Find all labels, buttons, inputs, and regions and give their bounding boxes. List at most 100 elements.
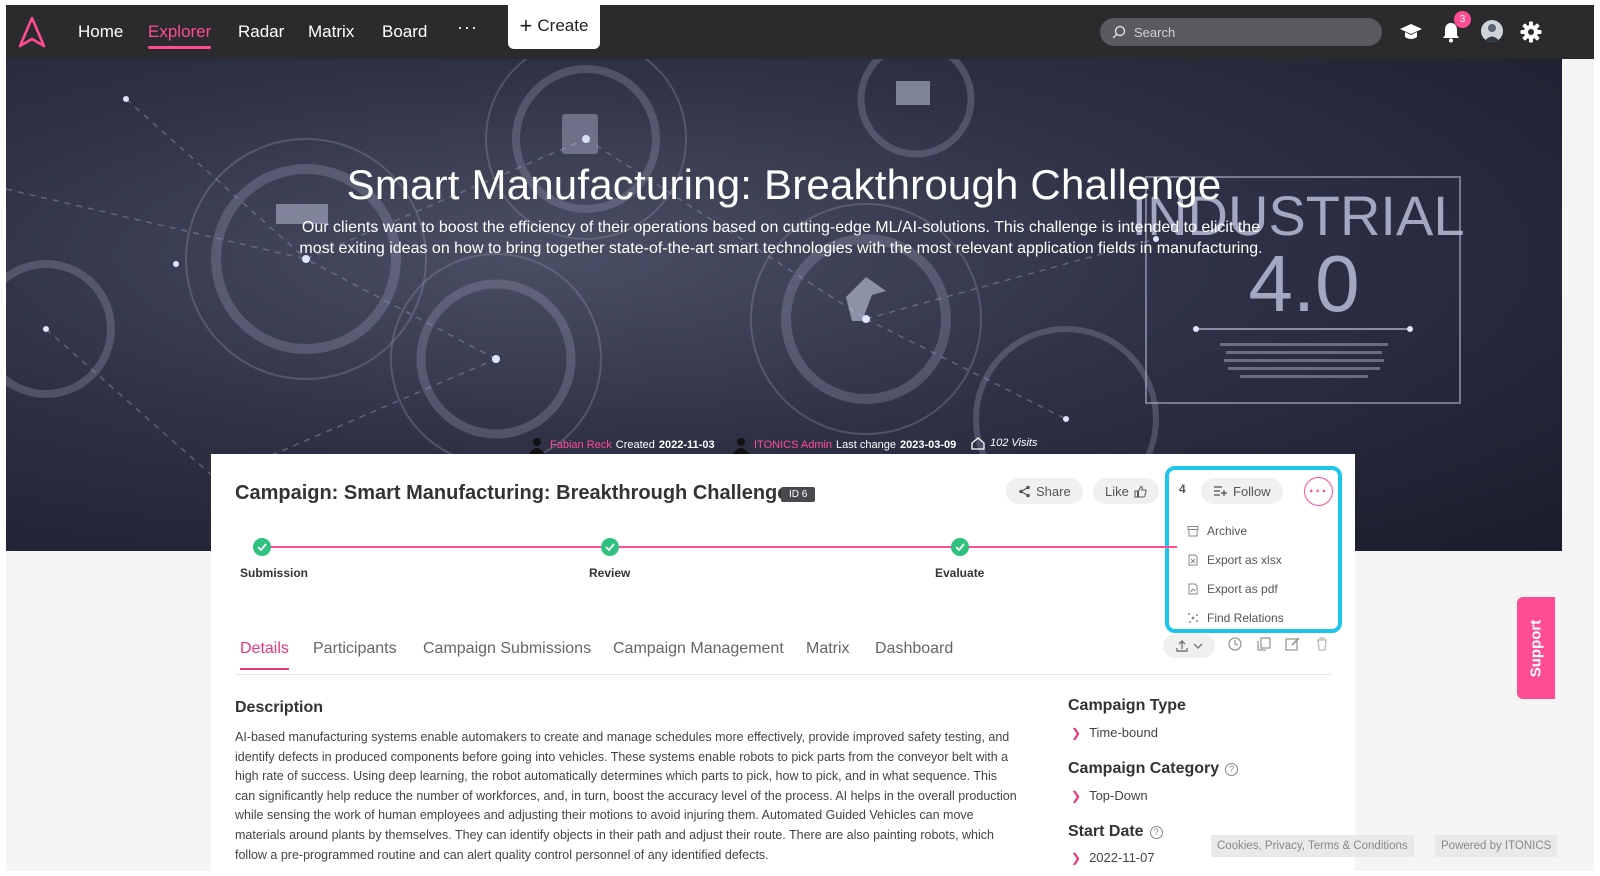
home-visits-icon xyxy=(971,437,985,450)
start-date-heading: Start Date ? xyxy=(1068,823,1163,841)
nav-board[interactable]: Board xyxy=(382,22,427,42)
notification-count-badge: 3 xyxy=(1454,11,1471,28)
hero-title: Smart Manufacturing: Breakthrough Challe… xyxy=(346,161,1222,208)
nav-explorer[interactable]: Explorer xyxy=(148,22,212,49)
campaign-type-text: Time-bound xyxy=(1089,725,1158,740)
nav-matrix[interactable]: Matrix xyxy=(308,22,354,42)
edit-icon[interactable] xyxy=(1283,634,1303,654)
process-progress-line xyxy=(257,546,1177,548)
legal-links[interactable]: Cookies, Privacy, Terms & Conditions xyxy=(1211,835,1414,857)
last-change-date: 2023-03-09 xyxy=(899,439,957,451)
start-date-text: 2022-11-07 xyxy=(1089,850,1155,865)
user-silhouette-icon xyxy=(733,438,749,454)
visits-count: 102 Visits xyxy=(990,437,1038,449)
support-tab-button[interactable]: Support xyxy=(1517,597,1555,699)
created-label: Created xyxy=(615,439,655,451)
modifier-meta: ITONICS Admin Last change 2023-03-09 xyxy=(732,436,956,454)
menu-find-relations[interactable]: Find Relations xyxy=(1173,603,1338,632)
creator-name[interactable]: Fabian Reck xyxy=(550,439,612,451)
step-submission-check-icon xyxy=(253,538,271,556)
follower-count: 4 xyxy=(1179,482,1186,496)
upload-export-icon xyxy=(1176,640,1188,652)
hero-subtitle: Our clients want to boost the efficiency… xyxy=(299,219,1263,257)
more-actions-dropdown: Archive Export as xlsx Export as pdf Fin… xyxy=(1173,516,1338,632)
nav-radar[interactable]: Radar xyxy=(238,22,284,42)
user-photo-icon xyxy=(1484,24,1500,42)
chevron-down-icon xyxy=(1193,643,1203,649)
nav-home[interactable]: Home xyxy=(78,22,123,42)
menu-archive[interactable]: Archive xyxy=(1173,516,1338,545)
created-date: 2022-11-03 xyxy=(658,439,715,451)
copy-icon[interactable] xyxy=(1254,634,1274,654)
campaign-type-label: Campaign Type xyxy=(1068,697,1186,714)
id-badge: ID 6 xyxy=(781,487,816,502)
tabs-divider xyxy=(235,674,1331,675)
chevron-right-icon: ❯ xyxy=(1071,850,1082,865)
page: Home Explorer Radar Matrix Board ··· + C… xyxy=(0,0,1600,876)
description-heading: Description xyxy=(235,699,324,716)
campaign-type-value: ❯ Time-bound xyxy=(1071,725,1158,740)
visits-meta: 102 Visits xyxy=(970,436,1038,450)
campaign-card: Campaign: Smart Manufacturing: Breakthro… xyxy=(211,454,1355,871)
export-dropdown-button[interactable] xyxy=(1163,634,1215,658)
campaign-category-text: Top-Down xyxy=(1089,788,1148,803)
nav-more-button[interactable]: ··· xyxy=(457,17,478,38)
share-button[interactable]: Share xyxy=(1006,478,1083,504)
itonics-logo-icon[interactable] xyxy=(18,16,46,48)
gear-icon[interactable] xyxy=(1518,19,1544,45)
step-evaluate-check-icon xyxy=(951,538,969,556)
thumbs-up-icon xyxy=(1134,485,1147,497)
top-navigation: Home Explorer Radar Matrix Board ··· + C… xyxy=(6,5,1594,59)
menu-export-pdf[interactable]: Export as pdf xyxy=(1173,574,1338,603)
create-label: Create xyxy=(537,16,589,35)
help-icon[interactable]: ? xyxy=(1225,762,1239,776)
user-avatar[interactable] xyxy=(1481,20,1503,42)
modifier-name[interactable]: ITONICS Admin xyxy=(754,439,832,451)
step-submission-label: Submission xyxy=(240,566,309,580)
share-icon xyxy=(1019,485,1030,497)
create-button[interactable]: + Create xyxy=(508,5,600,49)
search-box[interactable] xyxy=(1100,18,1382,46)
relations-icon xyxy=(1188,612,1198,623)
tab-matrix[interactable]: Matrix xyxy=(806,640,850,658)
menu-archive-label: Archive xyxy=(1207,523,1248,538)
user-silhouette-icon xyxy=(529,438,545,454)
share-label: Share xyxy=(1036,483,1071,499)
like-label: Like xyxy=(1105,483,1129,499)
archive-icon xyxy=(1187,525,1199,536)
start-date-label: Start Date xyxy=(1068,823,1144,840)
powered-by[interactable]: Powered by ITONICS xyxy=(1435,835,1558,857)
campaign-category-value: ❯ Top-Down xyxy=(1071,788,1148,803)
creator-meta: Fabian Reck Created 2022-11-03 xyxy=(528,436,715,454)
campaign-title: Campaign: Smart Manufacturing: Breakthro… xyxy=(235,482,789,504)
tab-campaign-management[interactable]: Campaign Management xyxy=(613,640,784,658)
tab-details[interactable]: Details xyxy=(240,640,289,670)
plus-icon: + xyxy=(519,13,533,38)
menu-export-xlsx[interactable]: Export as xlsx xyxy=(1173,545,1338,574)
step-review-label: Review xyxy=(589,566,631,580)
search-input[interactable] xyxy=(1134,24,1364,40)
campaign-type-heading: Campaign Type xyxy=(1068,697,1186,715)
pdf-file-icon xyxy=(1188,583,1198,594)
follow-button[interactable]: Follow xyxy=(1201,478,1283,504)
like-button[interactable]: Like xyxy=(1093,478,1159,504)
history-clock-icon[interactable] xyxy=(1225,634,1245,654)
support-label: Support xyxy=(1527,619,1545,677)
xlsx-file-icon xyxy=(1188,554,1198,565)
menu-export-xlsx-label: Export as xlsx xyxy=(1207,552,1282,567)
description-text: AI-based manufacturing systems enable au… xyxy=(235,730,1017,862)
tab-dashboard[interactable]: Dashboard xyxy=(875,640,953,658)
step-evaluate-label: Evaluate xyxy=(935,566,985,580)
menu-find-relations-label: Find Relations xyxy=(1207,610,1284,625)
campaign-category-label: Campaign Category xyxy=(1068,760,1220,777)
follow-label: Follow xyxy=(1233,483,1271,499)
follow-list-icon xyxy=(1214,485,1227,496)
start-date-value: ❯ 2022-11-07 xyxy=(1071,850,1155,865)
tab-participants[interactable]: Participants xyxy=(313,640,397,658)
last-change-label: Last change xyxy=(836,439,896,451)
help-icon[interactable]: ? xyxy=(1149,825,1163,839)
academy-hat-icon[interactable] xyxy=(1398,19,1424,45)
trash-icon[interactable] xyxy=(1312,634,1332,654)
tab-campaign-submissions[interactable]: Campaign Submissions xyxy=(423,640,591,658)
more-actions-button[interactable]: ··· xyxy=(1304,477,1333,506)
